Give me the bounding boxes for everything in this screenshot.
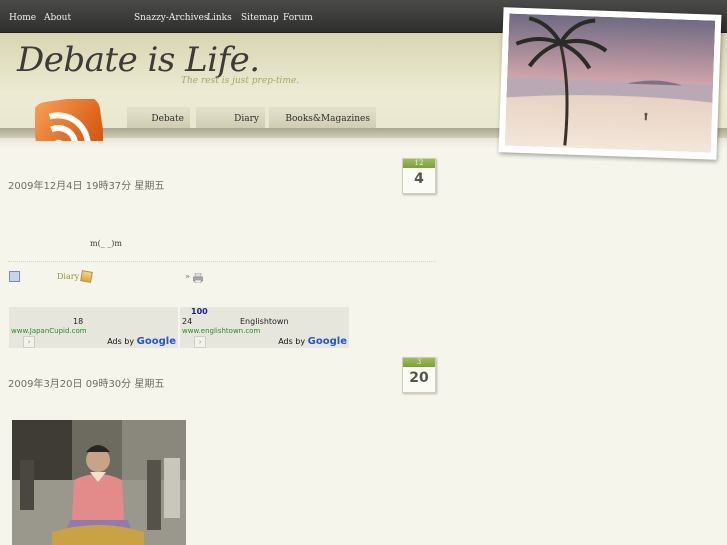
nav-snazzy-archives[interactable]: Snazzy-Archives (134, 13, 208, 23)
post-photo[interactable] (12, 420, 186, 545)
tab-debate[interactable]: Debate (127, 107, 190, 128)
calendar-month: 12 (403, 159, 435, 168)
nav-forum[interactable]: Forum (283, 13, 313, 23)
ad-block[interactable]: 100 24 Englishtown www.englishtown.com ›… (180, 307, 349, 348)
calendar-day: 20 (409, 370, 429, 386)
tab-diary[interactable]: Diary (196, 107, 265, 128)
ad-url[interactable]: www.JapanCupid.com (11, 327, 87, 335)
post-date: 2009年3月20日 09時30分 星期五 (8, 379, 165, 390)
post-divider (8, 261, 436, 262)
next-arrow-icon[interactable]: › (23, 336, 35, 348)
next-arrow-icon[interactable]: › (194, 336, 206, 348)
more-link[interactable]: » (185, 272, 190, 281)
nav-home[interactable]: Home (9, 13, 36, 23)
ads-by-google[interactable]: Ads by Google (278, 336, 347, 347)
header-photo-frame (498, 7, 722, 160)
beach-photo (504, 13, 716, 153)
document-icon (9, 271, 20, 282)
ad-url[interactable]: www.englishtown.com (182, 327, 260, 335)
post-calendar-icon: 3 20 (402, 357, 436, 393)
site-title[interactable]: Debate is Life. (17, 40, 260, 80)
ad-text: Englishtown (240, 317, 289, 326)
printer-icon[interactable] (192, 268, 204, 284)
ad-number: 24 (182, 317, 193, 326)
nav-about[interactable]: About (44, 13, 71, 23)
tab-books-magazines[interactable]: Books&Magazines (269, 107, 376, 128)
folder-icon (80, 270, 93, 283)
nav-links[interactable]: Links (207, 13, 232, 23)
ad-number: 18 (73, 317, 84, 326)
post-category-link[interactable]: Diary (57, 272, 79, 281)
ads-by-google[interactable]: Ads by Google (107, 336, 176, 347)
post-date: 2009年12月4日 19時37分 星期五 (8, 181, 165, 192)
post-calendar-icon: 12 4 (402, 158, 436, 194)
calendar-month: 3 (403, 358, 435, 367)
ad-headline-number: 100 (191, 307, 208, 316)
post-body: m(_ _)m (90, 239, 122, 248)
site-tagline: The rest is just prep-time. (181, 76, 300, 86)
ad-block[interactable]: 18 www.JapanCupid.com › Ads by Google (9, 307, 178, 348)
nav-sitemap[interactable]: Sitemap (241, 13, 279, 23)
rss-feed-icon[interactable] (35, 99, 103, 141)
calendar-day: 4 (414, 171, 424, 187)
